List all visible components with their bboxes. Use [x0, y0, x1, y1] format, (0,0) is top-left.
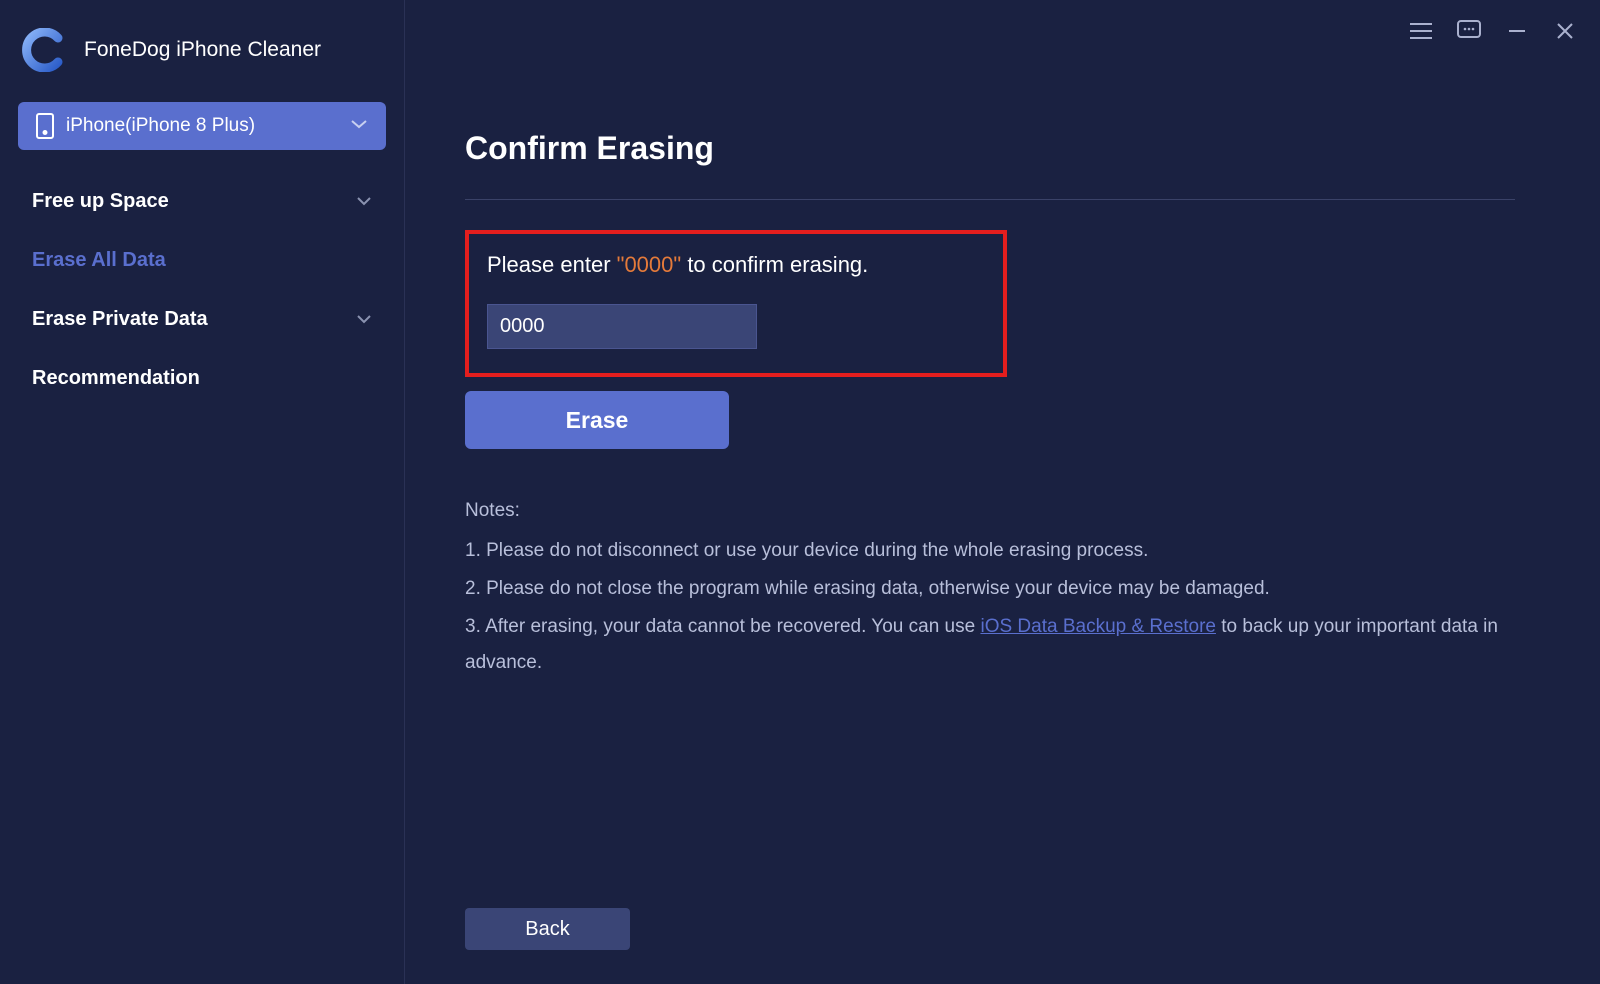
erase-button[interactable]: Erase — [465, 391, 729, 449]
chevron-down-icon — [356, 311, 372, 329]
phone-icon — [36, 113, 54, 139]
sidebar-item-label: Erase All Data — [32, 249, 166, 272]
feedback-icon[interactable] — [1456, 18, 1482, 44]
sidebar-item-label: Erase Private Data — [32, 308, 208, 331]
chevron-down-icon — [356, 193, 372, 211]
notes-heading: Notes: — [465, 493, 1505, 529]
sidebar-item-free-up-space[interactable]: Free up Space — [0, 172, 404, 231]
note-3: 3. After erasing, your data cannot be re… — [465, 609, 1505, 681]
close-icon[interactable] — [1552, 18, 1578, 44]
sidebar: FoneDog iPhone Cleaner iPhone(iPhone 8 P… — [0, 0, 405, 984]
page-title: Confirm Erasing — [465, 130, 1600, 167]
minimize-icon[interactable] — [1504, 18, 1530, 44]
instruction-text: Please enter "0000" to confirm erasing. — [487, 252, 985, 278]
confirmation-code: "0000" — [617, 252, 682, 277]
app-logo-icon — [22, 28, 66, 72]
divider — [465, 199, 1515, 200]
note-1: 1. Please do not disconnect or use your … — [465, 533, 1505, 569]
titlebar — [1408, 18, 1578, 44]
confirm-input[interactable] — [487, 304, 757, 349]
main-content: Confirm Erasing Please enter "0000" to c… — [405, 0, 1600, 984]
confirm-highlight-box: Please enter "0000" to confirm erasing. — [465, 230, 1007, 377]
sidebar-item-erase-private-data[interactable]: Erase Private Data — [0, 290, 404, 349]
app-header: FoneDog iPhone Cleaner — [0, 10, 404, 102]
app-title: FoneDog iPhone Cleaner — [84, 38, 321, 62]
sidebar-item-label: Free up Space — [32, 190, 169, 213]
back-button[interactable]: Back — [465, 908, 630, 950]
backup-restore-link[interactable]: iOS Data Backup & Restore — [980, 616, 1216, 637]
sidebar-item-recommendation[interactable]: Recommendation — [0, 349, 404, 408]
device-selector[interactable]: iPhone(iPhone 8 Plus) — [18, 102, 386, 150]
notes-section: Notes: 1. Please do not disconnect or us… — [465, 493, 1505, 681]
sidebar-item-label: Recommendation — [32, 367, 200, 390]
device-name: iPhone(iPhone 8 Plus) — [66, 115, 350, 137]
menu-icon[interactable] — [1408, 18, 1434, 44]
chevron-down-icon — [350, 117, 368, 135]
sidebar-item-erase-all-data[interactable]: Erase All Data — [0, 231, 404, 290]
note-2: 2. Please do not close the program while… — [465, 571, 1505, 607]
